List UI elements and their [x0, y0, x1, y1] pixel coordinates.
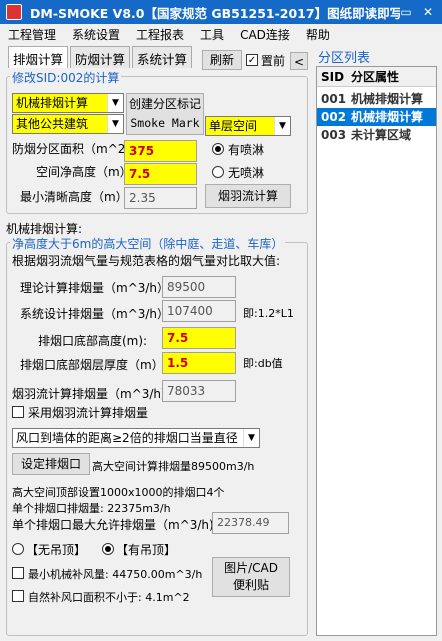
system-type-value: 机械排烟计算 — [16, 96, 89, 110]
menu-project[interactable]: 工程管理 — [0, 26, 64, 43]
column-sid[interactable]: SID — [317, 67, 347, 86]
sprinkler-yes-radio[interactable] — [212, 143, 224, 155]
min-mech-label: 最小机械补风量: 44750.00m^3/h — [28, 568, 203, 581]
zone-list: SID 分区属性 001 机械排烟计算 002 机械排烟计算 003 未计算区域 — [316, 66, 437, 636]
restore-icon[interactable]: ▭ — [398, 4, 414, 20]
list-item-attr: 机械排烟计算 — [351, 110, 424, 124]
create-zone-mark-label: 创建分区标记 — [128, 97, 201, 111]
comparison-note: 根据烟羽流烟气量与规范表格的烟气量对比取大值: — [12, 254, 281, 268]
space-calc-text: 高大空间计算排烟量89500m3/h — [92, 460, 255, 473]
single-outlet-text: 单个排烟口排烟量: 22375m3/h — [12, 502, 171, 515]
section-modify-sid-legend: 修改SID:002的计算 — [10, 69, 122, 86]
app-icon — [6, 4, 22, 20]
sprinkler-no-radio[interactable] — [212, 166, 224, 178]
list-item-sid: 003 — [321, 128, 347, 142]
plume-calc-button[interactable]: 烟羽流计算 — [205, 184, 291, 208]
list-item[interactable]: 003 未计算区域 — [317, 126, 436, 144]
single-max-field: 22378.49 — [212, 512, 289, 534]
chevron-down-icon: ▼ — [107, 94, 123, 112]
chevron-down-icon: ▼ — [107, 115, 123, 133]
height-field[interactable]: 7.5 — [124, 163, 197, 185]
pin-label: 置前 — [261, 54, 286, 68]
calc-tabs: 排烟计算 防烟计算 系统计算 — [8, 46, 194, 68]
height-label: 空间净高度（m） — [36, 165, 132, 179]
chevron-down-icon: ▼ — [274, 117, 290, 135]
tab-smoke-exhaust[interactable]: 排烟计算 — [8, 46, 69, 68]
natural-vent-label: 自然补风口面积不小于: 4.1m^2 — [28, 591, 190, 604]
outlet-thickness-label: 排烟口底部烟层厚度（m） — [20, 358, 164, 372]
outlet-thickness-note: 即:db值 — [243, 357, 283, 370]
single-max-label: 单个排烟口最大允许排烟量（m^3/h) — [12, 518, 214, 532]
list-item-attr: 未计算区域 — [351, 128, 412, 142]
space-type-value: 单层空间 — [209, 119, 258, 133]
natural-vent-checkbox[interactable] — [12, 590, 24, 602]
outlet-setup-text: 高大空间顶部设置1000x1000的排烟口4个 — [12, 486, 225, 499]
no-ceiling-radio[interactable] — [12, 543, 24, 555]
section-tall-space-legend: 净高度大于6m的高大空间（除中庭、走道、车库） — [10, 235, 286, 252]
smoke-mark-label: Smoke Mark — [130, 116, 200, 130]
plume-flow-field: 78033 — [162, 380, 236, 402]
window-title: DM-SMOKE V8.0【国家规范 GB51251-2017】图纸即读即写 — [30, 5, 400, 21]
distance-value: 风口到墙体的距离≥2倍的排烟口当量直径 — [16, 431, 238, 445]
menu-help[interactable]: 帮助 — [298, 26, 338, 43]
refresh-button[interactable]: 刷新 — [202, 50, 242, 70]
with-ceiling-label: 【有吊顶】 — [116, 543, 177, 557]
plume-flow-label: 烟羽流计算排烟量（m^3/h）: — [12, 387, 178, 401]
list-item[interactable]: 001 机械排烟计算 — [317, 90, 436, 108]
building-type-value: 其他公共建筑 — [16, 117, 89, 131]
tab-smoke-prevention[interactable]: 防烟计算 — [70, 46, 131, 68]
use-plume-checkbox[interactable] — [12, 406, 24, 418]
outlet-height-label: 排烟口底部高度(m): — [38, 334, 148, 348]
list-item-sid: 001 — [321, 92, 347, 106]
min-clear-height-label: 最小清晰高度（m） — [20, 190, 128, 204]
list-item-sid: 002 — [321, 110, 347, 124]
building-type-dropdown[interactable]: 其他公共建筑 ▼ — [12, 114, 124, 134]
theory-exhaust-label: 理论计算排烟量（m^3/h） — [20, 281, 170, 295]
theory-exhaust-field: 89500 — [162, 276, 236, 298]
zone-list-title: 分区列表 — [318, 51, 371, 66]
menu-cad-connect[interactable]: CAD连接 — [232, 26, 298, 43]
create-zone-mark-button[interactable]: 创建分区标记 Smoke Mark — [126, 93, 204, 135]
menu-reports[interactable]: 工程报表 — [128, 26, 192, 43]
min-mech-checkbox[interactable] — [12, 567, 24, 579]
area-label: 防烟分区面积（m^2) — [12, 142, 131, 156]
no-ceiling-label: 【无吊顶】 — [26, 543, 87, 557]
set-outlet-button[interactable]: 设定排烟口 — [12, 453, 90, 475]
sprinkler-no-label: 无喷淋 — [228, 166, 265, 180]
list-item[interactable]: 002 机械排烟计算 — [317, 108, 436, 126]
design-exhaust-label: 系统设计排烟量（m^3/h） — [20, 307, 170, 321]
outlet-thickness-field[interactable]: 1.5 — [162, 352, 236, 374]
chevron-down-icon: ▼ — [243, 429, 259, 447]
column-attr[interactable]: 分区属性 — [347, 67, 436, 86]
menu-tools[interactable]: 工具 — [192, 26, 232, 43]
distance-dropdown[interactable]: 风口到墙体的距离≥2倍的排烟口当量直径 ▼ — [12, 428, 260, 448]
image-cad-note-button[interactable]: 图片/CAD 便利贴 — [212, 557, 290, 597]
tab-system-calc[interactable]: 系统计算 — [132, 46, 193, 68]
title-bar: DM-SMOKE V8.0【国家规范 GB51251-2017】图纸即读即写 ▭… — [0, 0, 442, 24]
outlet-height-field[interactable]: 7.5 — [162, 327, 236, 349]
min-clear-height-field: 2.35 — [124, 187, 197, 209]
use-plume-label: 采用烟羽流计算排烟量 — [28, 406, 149, 420]
area-field[interactable]: 375 — [124, 140, 197, 162]
sprinkler-yes-label: 有喷淋 — [228, 143, 265, 157]
system-type-dropdown[interactable]: 机械排烟计算 ▼ — [12, 93, 124, 113]
design-exhaust-note: 即:1.2*L1 — [243, 307, 294, 320]
list-item-attr: 机械排烟计算 — [351, 92, 424, 106]
menu-bar: 工程管理 系统设置 工程报表 工具 CAD连接 帮助 — [0, 24, 442, 44]
space-type-dropdown[interactable]: 单层空间 ▼ — [205, 116, 291, 136]
collapse-button[interactable]: < — [290, 52, 308, 70]
with-ceiling-radio[interactable] — [102, 543, 114, 555]
pin-checkbox[interactable]: ✓ — [246, 54, 258, 66]
close-icon[interactable]: ✕ — [420, 4, 436, 20]
design-exhaust-field: 107400 — [162, 300, 236, 322]
zone-list-header: SID 分区属性 — [317, 67, 436, 87]
menu-system-settings[interactable]: 系统设置 — [64, 26, 128, 43]
